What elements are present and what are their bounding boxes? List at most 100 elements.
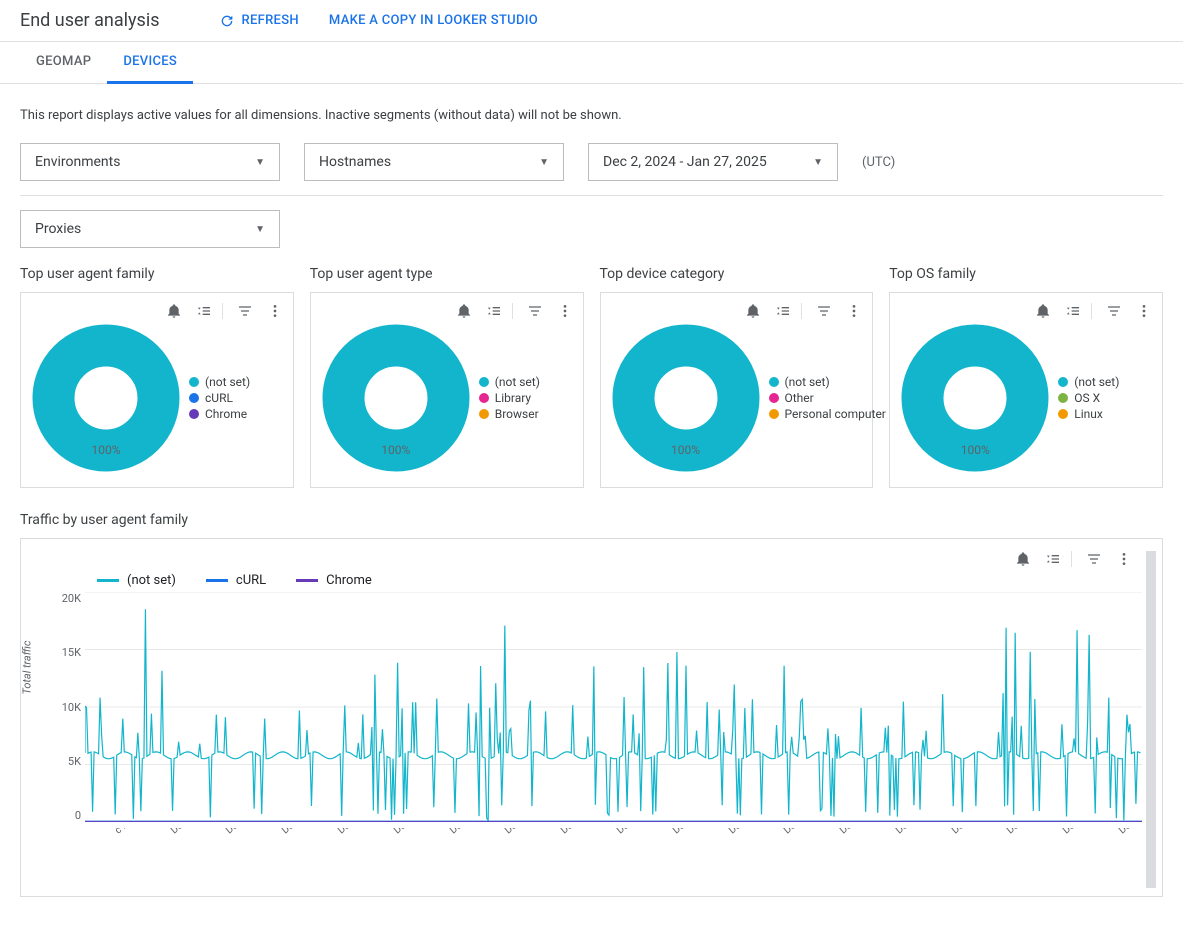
donut-percent: 100% <box>900 443 1050 457</box>
donut-card: 100%(not set)cURLChrome <box>20 292 294 488</box>
donut-card: 100%(not set)OtherPersonal computer <box>600 292 874 488</box>
filter-icon[interactable] <box>816 303 832 319</box>
legend-swatch <box>189 377 199 387</box>
donut-chart: 100% <box>611 323 761 473</box>
donut-cards-row: Top user agent family100%(not set)cURLCh… <box>20 266 1163 488</box>
legend-swatch <box>769 409 779 419</box>
sort-icon[interactable] <box>775 303 791 319</box>
divider <box>20 195 1163 196</box>
x-tick: Dec 10, 2024, 12PM <box>448 828 487 874</box>
card-title: Top device category <box>600 266 874 282</box>
looker-copy-label: MAKE A COPY IN LOOKER STUDIO <box>329 13 538 28</box>
bell-icon[interactable] <box>1015 551 1031 567</box>
looker-copy-button[interactable]: MAKE A COPY IN LOOKER STUDIO <box>329 13 538 28</box>
y-tick: 0 <box>57 809 81 822</box>
proxies-label: Proxies <box>35 221 81 237</box>
x-axis: c 2, 2024, 12AMDec 3, 2024, 7AMDec 4, 20… <box>85 828 1142 888</box>
chevron-down-icon: ▼ <box>255 157 265 168</box>
y-axis: 20K15K10K5K0 <box>57 592 85 822</box>
bell-icon[interactable] <box>166 303 182 319</box>
traffic-section: Traffic by user agent family (not set)cU… <box>20 512 1163 897</box>
x-tick: Dec 16, 2024, 11PM <box>727 828 766 874</box>
utc-label: (UTC) <box>862 155 895 170</box>
x-tick: Dec 25, 2024, 6AM <box>1061 828 1100 874</box>
filter-icon[interactable] <box>237 303 253 319</box>
legend-item: Library <box>479 391 540 405</box>
legend-item: (not set) <box>479 375 540 389</box>
sort-icon[interactable] <box>1045 551 1061 567</box>
legend-label: Personal computer <box>785 407 886 421</box>
card-title: Top OS family <box>889 266 1163 282</box>
x-tick: Dec 22, 2024, 7PM <box>950 828 989 874</box>
donut-percent: 100% <box>321 443 471 457</box>
legend-item: (not set) <box>97 573 176 588</box>
hostnames-select[interactable]: Hostnames ▼ <box>304 143 564 181</box>
tab-devices[interactable]: DEVICES <box>107 42 193 84</box>
legend-swatch <box>189 393 199 403</box>
legend-label: Library <box>495 391 531 405</box>
legend-label: (not set) <box>205 375 250 389</box>
x-tick: Dec 8, 2024, 10PM <box>392 828 431 874</box>
more-icon[interactable] <box>267 303 283 319</box>
page-title: End user analysis <box>20 10 159 31</box>
report-description: This report displays active values for a… <box>20 108 1163 123</box>
filter-icon[interactable] <box>1086 551 1102 567</box>
bell-icon[interactable] <box>456 303 472 319</box>
refresh-icon <box>219 13 235 29</box>
legend-swatch <box>769 377 779 387</box>
legend-label: Chrome <box>326 573 372 588</box>
donut-chart: 100% <box>321 323 471 473</box>
x-tick: Dec 13, 2024, 1AM <box>559 828 598 874</box>
legend-item: Chrome <box>296 573 372 588</box>
legend-swatch <box>296 579 318 582</box>
filter-icon[interactable] <box>527 303 543 319</box>
bell-icon[interactable] <box>745 303 761 319</box>
legend-swatch <box>479 393 489 403</box>
proxies-select[interactable]: Proxies ▼ <box>20 210 280 248</box>
filter-icon[interactable] <box>1106 303 1122 319</box>
y-tick: 15K <box>57 646 81 659</box>
more-icon[interactable] <box>1116 551 1132 567</box>
x-tick: Dec 6, 2024, 5AM <box>280 828 319 874</box>
y-axis-label: Total traffic <box>21 640 34 694</box>
donut-card: 100% (not set) Library Browser <box>310 292 584 488</box>
more-icon[interactable] <box>846 303 862 319</box>
daterange-select[interactable]: Dec 2, 2024 - Jan 27, 2025 ▼ <box>588 143 838 181</box>
legend: (not set) cURL Chrome <box>189 373 250 423</box>
tab-geomap[interactable]: GEOMAP <box>20 42 107 83</box>
environments-select[interactable]: Environments ▼ <box>20 143 280 181</box>
sort-icon[interactable] <box>1065 303 1081 319</box>
legend-item: Chrome <box>189 407 250 421</box>
legend-label: (not set) <box>127 573 176 588</box>
legend-label: cURL <box>205 391 233 405</box>
y-tick: 20K <box>57 592 81 605</box>
refresh-label: REFRESH <box>241 13 298 28</box>
chart-scrollbar[interactable] <box>1146 551 1156 888</box>
environments-label: Environments <box>35 154 120 170</box>
y-tick: 5K <box>57 755 81 768</box>
chevron-down-icon: ▼ <box>813 157 823 168</box>
legend-swatch <box>206 579 228 582</box>
legend-swatch <box>189 409 199 419</box>
x-tick: Dec 7, 2024, 1PM <box>336 828 375 874</box>
legend-label: (not set) <box>495 375 540 389</box>
bell-icon[interactable] <box>1035 303 1051 319</box>
scrollbar-thumb[interactable] <box>1146 551 1156 888</box>
legend-label: Linux <box>1074 407 1103 421</box>
legend-label: OS X <box>1074 391 1100 405</box>
more-icon[interactable] <box>1136 303 1152 319</box>
sort-icon[interactable] <box>486 303 502 319</box>
tabs: GEOMAP DEVICES <box>0 42 1183 84</box>
legend: (not set)OS XLinux <box>1058 373 1119 423</box>
x-tick: Dec 26, 2024, 11AM <box>1117 828 1142 874</box>
x-tick: Dec 21, 2024, 2PM <box>894 828 933 874</box>
chart-toolbar <box>611 303 863 319</box>
refresh-button[interactable]: REFRESH <box>219 13 298 29</box>
more-icon[interactable] <box>557 303 573 319</box>
traffic-card: (not set)cURLChrome Total traffic 20K15K… <box>20 538 1163 897</box>
legend-label: Browser <box>495 407 539 421</box>
sort-icon[interactable] <box>196 303 212 319</box>
donut-percent: 100% <box>611 443 761 457</box>
chart-toolbar <box>321 303 573 319</box>
traffic-line-chart <box>85 592 1142 826</box>
